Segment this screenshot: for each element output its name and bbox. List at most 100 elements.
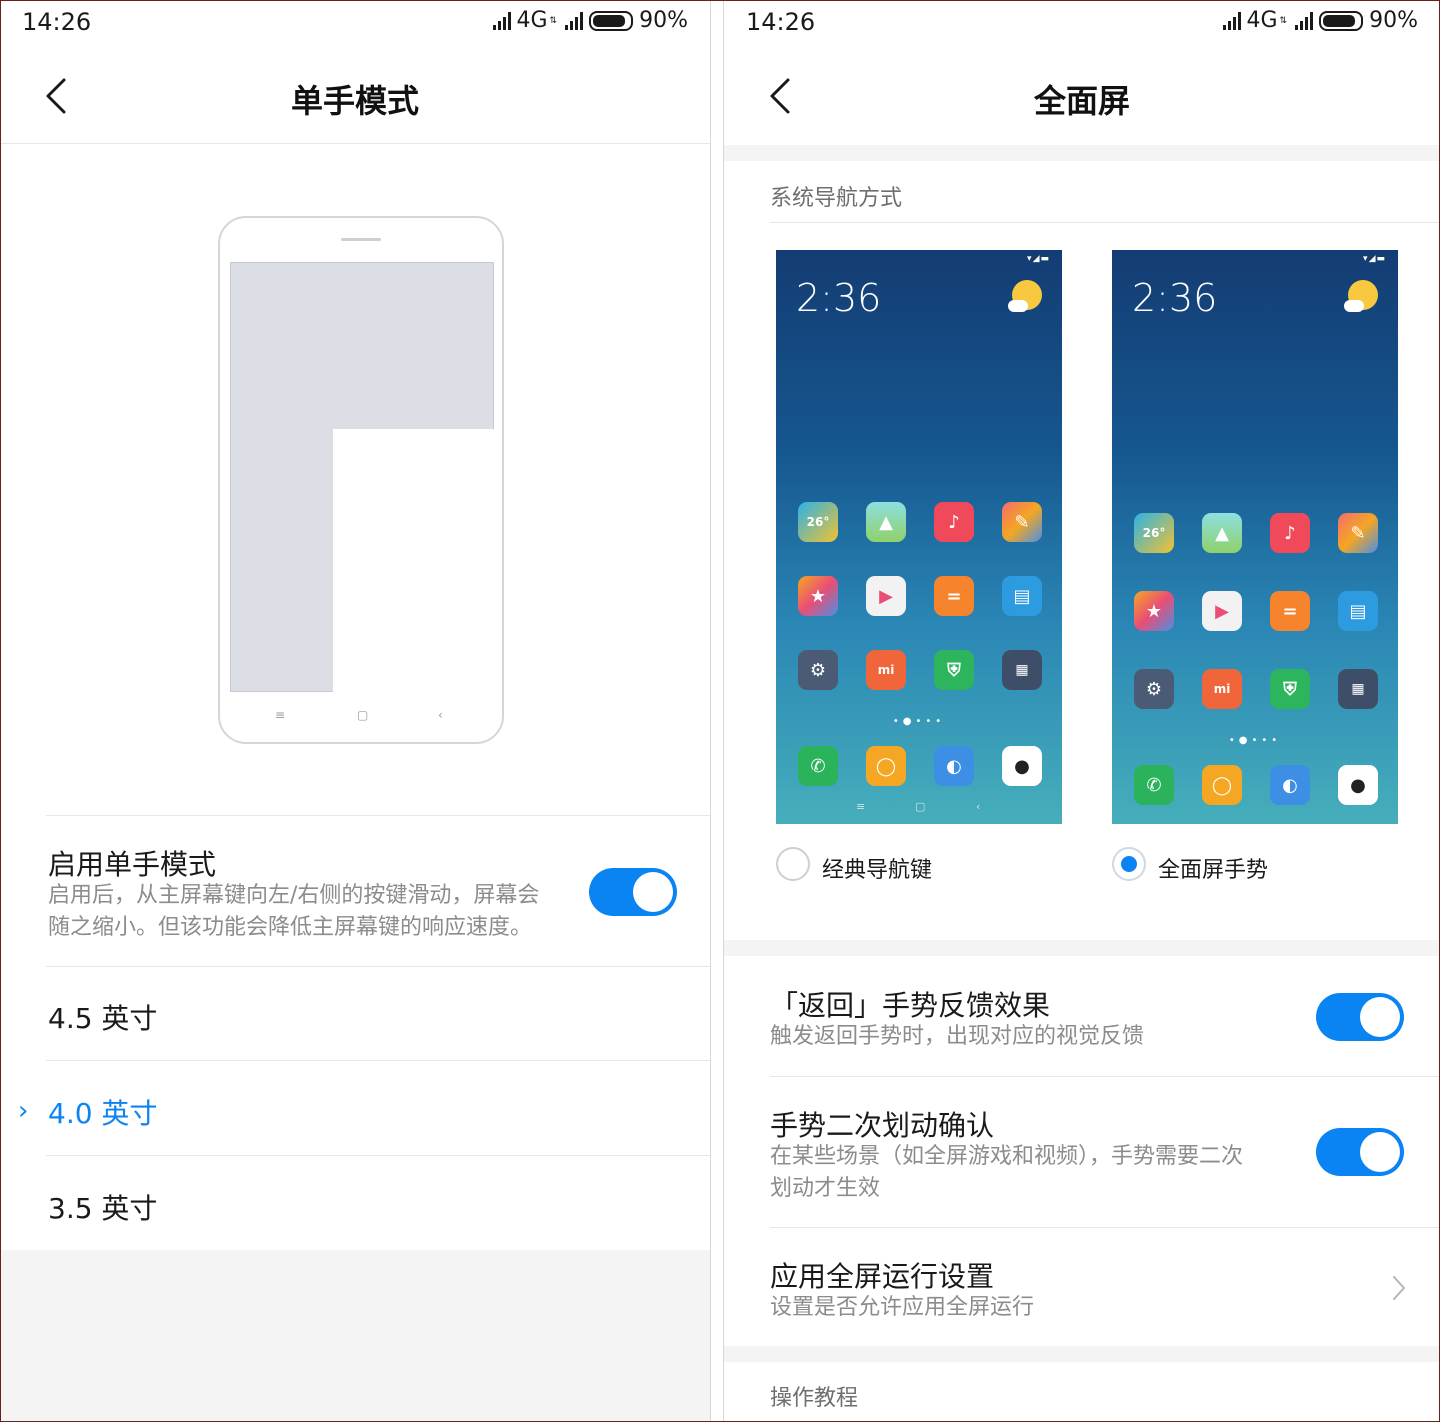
- preview-app-grid: 26° ▲ ♪ ✎ ★ ▶ = ▤ ⚙ mi ⛨ ▦: [1134, 513, 1378, 709]
- preview-status-icons: ▾◢▬: [1027, 254, 1050, 264]
- enable-one-handed-toggle[interactable]: [589, 868, 677, 916]
- status-indicators: 4G ⇅ 90%: [1222, 8, 1418, 33]
- divider: [46, 1060, 710, 1061]
- illustration-speaker: [341, 238, 381, 241]
- selected-chevron-icon: ›: [18, 1096, 29, 1126]
- tutorial-section-label: 操作教程: [770, 1386, 859, 1411]
- weather-app-icon: 26°: [798, 502, 838, 542]
- enable-one-handed-desc-line1: 启用后，从主屏幕键向左/右侧的按键滑动，屏幕会: [48, 883, 540, 908]
- calculator-app-icon: =: [934, 576, 974, 616]
- gesture-nav-label[interactable]: 全面屏手势: [1158, 852, 1268, 884]
- battery-icon: [1319, 10, 1364, 31]
- status-bar: 14:26 4G ⇅ 90%: [0, 0, 710, 46]
- more-apps-folder-icon: ▦: [1002, 650, 1042, 690]
- browser-app-icon: ◐: [1270, 765, 1310, 805]
- network-type: 4G: [516, 8, 548, 33]
- left-screen-one-handed-mode: 14:26 4G ⇅ 90% 单手模式 ≡ ▢ ‹ 启用单手模式 启用后，从主屏…: [0, 0, 710, 1422]
- favorites-app-icon: ★: [798, 576, 838, 616]
- mi-store-app-icon: mi: [866, 650, 906, 690]
- back-gesture-feedback-desc: 触发返回手势时，出现对应的视觉反馈: [770, 1024, 1145, 1049]
- title-divider: [0, 143, 710, 144]
- gesture-nav-radio[interactable]: [1112, 847, 1146, 881]
- video-app-icon: ▶: [866, 576, 906, 616]
- screen-divider: [710, 0, 724, 1422]
- page-title: 单手模式: [290, 82, 419, 120]
- themes-app-icon: ✎: [1338, 513, 1378, 553]
- phone-app-icon: ✆: [1134, 765, 1174, 805]
- more-apps-folder-icon: ▦: [1338, 669, 1378, 709]
- chevron-right-icon: [1393, 1276, 1405, 1300]
- section-gap: [724, 1346, 1440, 1362]
- illustration-nav-keys: ≡ ▢ ‹: [220, 708, 502, 724]
- messages-app-icon: ◯: [866, 746, 906, 786]
- size-option-label: 4.0 英寸: [48, 1097, 158, 1130]
- size-option-4-5[interactable]: 4.5 英寸: [0, 967, 710, 1061]
- size-option-3-5[interactable]: 3.5 英寸: [0, 1157, 710, 1251]
- video-app-icon: ▶: [1202, 591, 1242, 631]
- preview-clock: 2:36: [796, 276, 882, 320]
- divider: [46, 1155, 710, 1156]
- divider: [770, 1076, 1440, 1077]
- gesture-double-swipe-title: 手势二次划动确认: [770, 1109, 995, 1142]
- signal-icon: [492, 11, 511, 30]
- gallery-app-icon: ▲: [866, 502, 906, 542]
- back-gesture-feedback-toggle[interactable]: [1316, 993, 1404, 1041]
- right-screen-full-screen: 14:26 4G ⇅ 90% 全面屏 系统导航方式 ▾◢▬ 2:36 26° ▲…: [724, 0, 1440, 1422]
- gesture-double-swipe-toggle[interactable]: [1316, 1128, 1404, 1176]
- weather-app-icon: 26°: [1134, 513, 1174, 553]
- classic-nav-label[interactable]: 经典导航键: [822, 852, 932, 884]
- back-gesture-feedback-title: 「返回」手势反馈效果: [770, 989, 1051, 1022]
- music-app-icon: ♪: [1270, 513, 1310, 553]
- illustration-shrunk-screen: [333, 429, 494, 692]
- status-time: 14:26: [22, 8, 92, 36]
- weather-icon: [1344, 280, 1378, 312]
- preview-dock: ✆ ◯ ◐ ●: [798, 746, 1042, 786]
- menu-icon: ≡: [856, 800, 866, 813]
- status-indicators: 4G ⇅ 90%: [492, 8, 688, 33]
- app-fullscreen-settings-desc: 设置是否允许应用全屏运行: [770, 1295, 1035, 1320]
- classic-nav-preview[interactable]: ▾◢▬ 2:36 26° ▲ ♪ ✎ ★ ▶ = ▤ ⚙ mi ⛨ ▦ •●••…: [776, 250, 1062, 824]
- enable-one-handed-title: 启用单手模式: [48, 848, 217, 881]
- gallery-app-icon: ▲: [1202, 513, 1242, 553]
- signal-icon-secondary: [1295, 11, 1314, 30]
- section-gap: [724, 145, 1440, 161]
- status-time: 14:26: [746, 8, 816, 36]
- app-fullscreen-settings-title: 应用全屏运行设置: [770, 1260, 995, 1293]
- themes-app-icon: ✎: [1002, 502, 1042, 542]
- preview-app-grid: 26° ▲ ♪ ✎ ★ ▶ = ▤ ⚙ mi ⛨ ▦: [798, 502, 1042, 690]
- back-icon: ‹: [438, 708, 443, 722]
- size-option-label: 3.5 英寸: [48, 1192, 158, 1225]
- classic-nav-radio[interactable]: [776, 847, 810, 881]
- notes-app-icon: ▤: [1002, 576, 1042, 616]
- signal-icon: [1222, 11, 1241, 30]
- phone-app-icon: ✆: [798, 746, 838, 786]
- one-handed-illustration: ≡ ▢ ‹: [218, 216, 504, 744]
- preview-dock: ✆ ◯ ◐ ●: [1134, 765, 1378, 805]
- weather-icon: [1008, 280, 1042, 312]
- page-indicator: •●•••: [1228, 735, 1282, 746]
- size-option-4-0[interactable]: › 4.0 英寸: [0, 1062, 710, 1156]
- browser-app-icon: ◐: [934, 746, 974, 786]
- nav-section-label: 系统导航方式: [770, 186, 903, 211]
- mi-store-app-icon: mi: [1202, 669, 1242, 709]
- preview-status-icons: ▾◢▬: [1363, 254, 1386, 264]
- illustration-screen: [230, 262, 494, 692]
- divider: [770, 1227, 1440, 1228]
- security-app-icon: ⛨: [1270, 669, 1310, 709]
- security-app-icon: ⛨: [934, 650, 974, 690]
- preview-clock: 2:36: [1132, 276, 1218, 320]
- enable-one-handed-desc-line2: 随之缩小。但该功能会降低主屏幕键的响应速度。: [48, 915, 533, 940]
- back-icon: ‹: [976, 800, 981, 813]
- data-activity-icon: ⇅: [549, 15, 558, 26]
- size-option-label: 4.5 英寸: [48, 1002, 158, 1035]
- home-icon: ▢: [357, 708, 369, 722]
- calculator-app-icon: =: [1270, 591, 1310, 631]
- music-app-icon: ♪: [934, 502, 974, 542]
- camera-app-icon: ●: [1338, 765, 1378, 805]
- battery-percent: 90%: [1369, 8, 1418, 33]
- page-title: 全面屏: [1033, 82, 1130, 120]
- preview-nav-keys: ≡ ▢ ‹: [776, 800, 1062, 814]
- battery-icon: [589, 10, 634, 31]
- divider: [770, 222, 1440, 223]
- gesture-nav-preview[interactable]: ▾◢▬ 2:36 26° ▲ ♪ ✎ ★ ▶ = ▤ ⚙ mi ⛨ ▦ •●••…: [1112, 250, 1398, 824]
